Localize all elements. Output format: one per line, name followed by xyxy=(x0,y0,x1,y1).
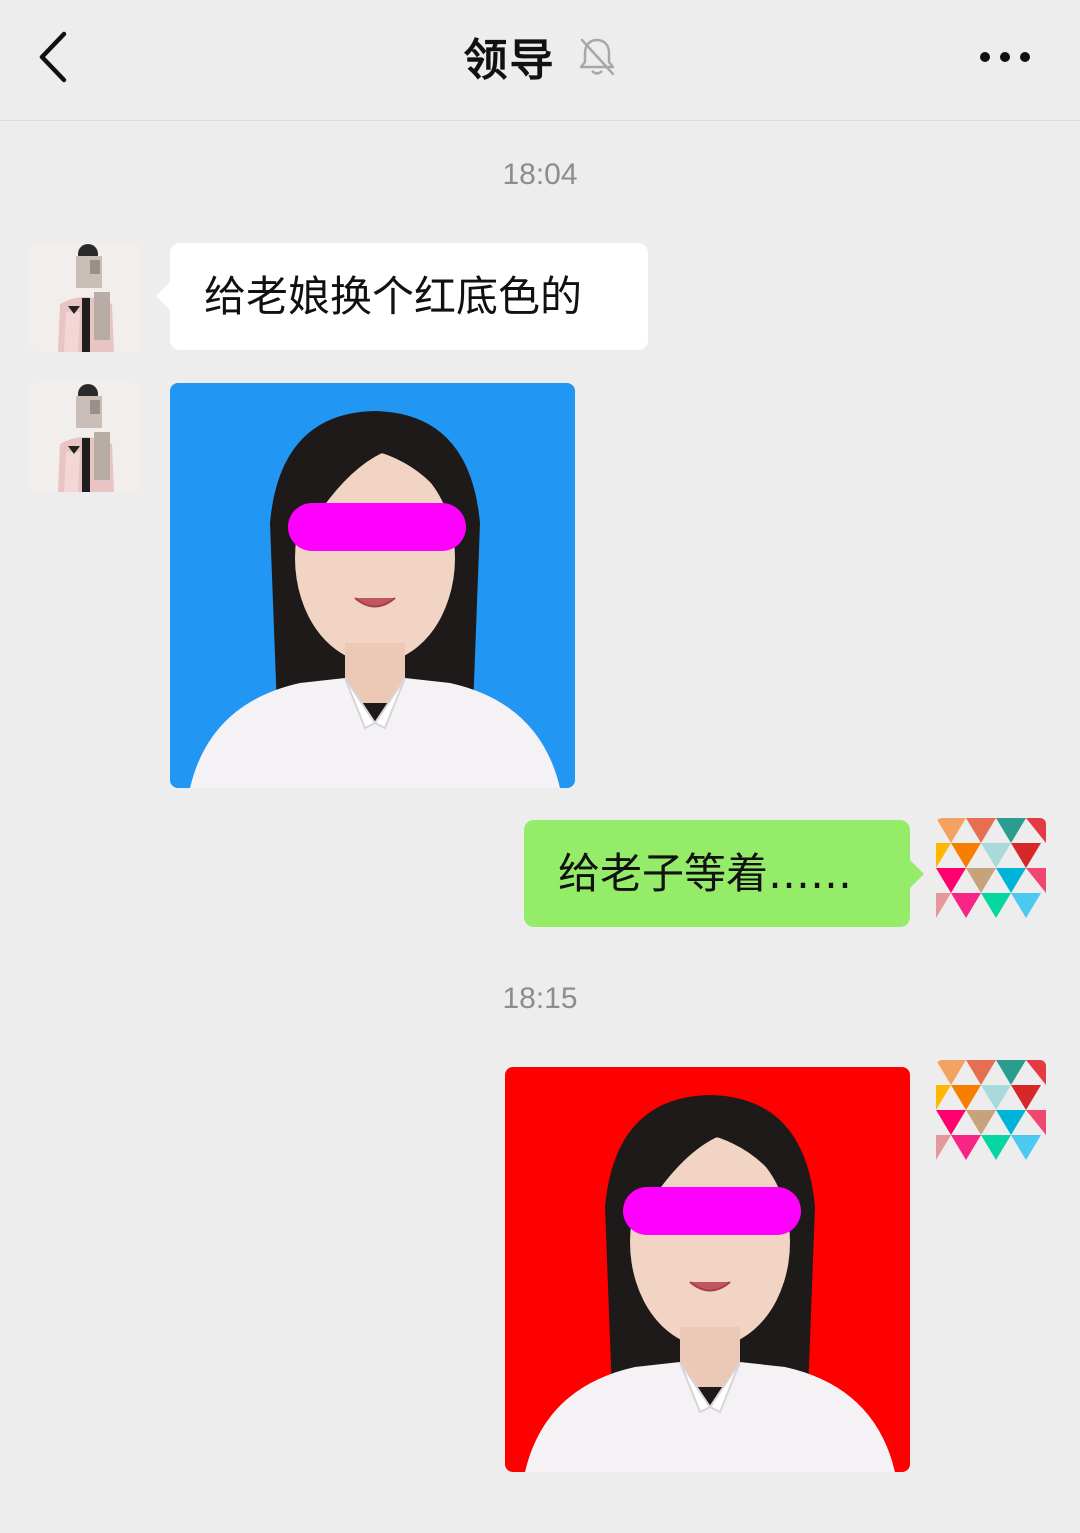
more-button[interactable] xyxy=(978,48,1032,66)
incoming-message-bubble[interactable]: 给老娘换个红底色的 xyxy=(170,243,648,350)
timestamp: 18:04 xyxy=(502,158,578,191)
contact-avatar[interactable] xyxy=(30,242,140,352)
outgoing-image-message[interactable] xyxy=(505,1067,910,1472)
title-area: 领导 xyxy=(0,24,1080,88)
own-avatar[interactable] xyxy=(936,818,1046,928)
own-avatar[interactable] xyxy=(936,1060,1046,1170)
more-horizontal-icon xyxy=(980,52,1030,62)
portrait-photo-red xyxy=(505,1067,910,1472)
contact-avatar[interactable] xyxy=(30,382,140,492)
timestamp: 18:15 xyxy=(502,982,578,1015)
chat-title: 领导 xyxy=(463,35,556,86)
bubble-tail xyxy=(910,860,924,888)
message-text: 给老子等着…… xyxy=(558,848,853,898)
bubble-tail xyxy=(156,282,170,310)
chat-header: 领导 xyxy=(0,0,1080,121)
portrait-photo-blue xyxy=(170,383,575,788)
message-text: 给老娘换个红底色的 xyxy=(204,271,583,321)
bell-off-icon xyxy=(577,34,617,78)
incoming-image-message[interactable] xyxy=(170,383,575,788)
outgoing-message-bubble[interactable]: 给老子等着…… xyxy=(524,820,910,927)
